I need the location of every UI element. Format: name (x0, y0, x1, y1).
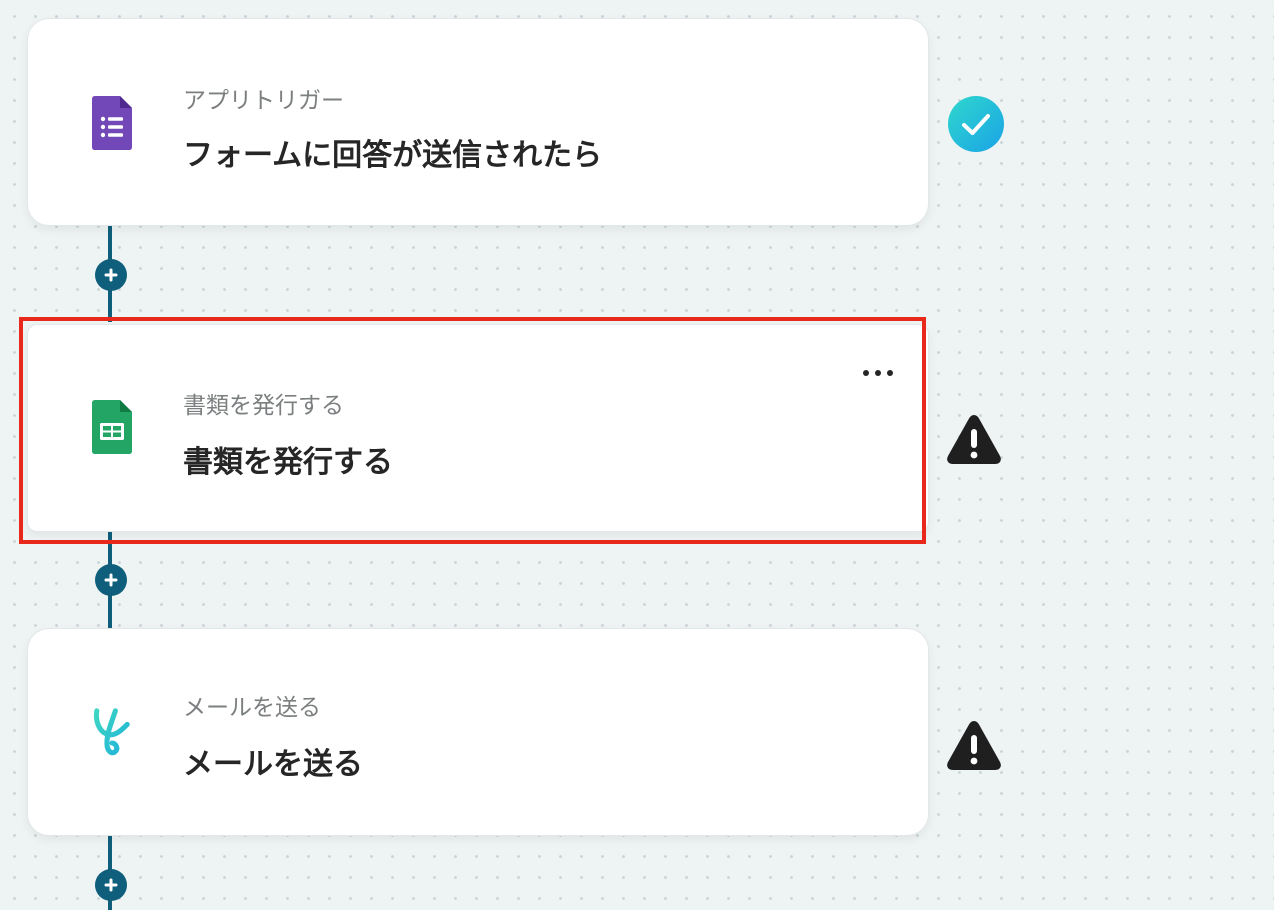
flow-step-card-trigger[interactable]: アプリトリガー フォームに回答が送信されたら (27, 18, 929, 226)
add-step-button[interactable] (95, 564, 127, 596)
add-step-button[interactable] (95, 259, 127, 291)
step-type-label: 書類を発行する (183, 393, 344, 419)
warning-icon (945, 410, 1003, 468)
yoom-mail-icon (90, 699, 134, 765)
step-title: フォームに回答が送信されたら (183, 138, 603, 173)
flow-step-card-send-mail[interactable]: メールを送る メールを送る (27, 628, 929, 836)
more-options-button[interactable] (858, 361, 898, 385)
step-type-label: メールを送る (183, 695, 321, 721)
plus-icon (104, 573, 118, 587)
flow-step-card-issue-document[interactable]: 書類を発行する 書類を発行する (27, 324, 929, 532)
plus-icon (104, 878, 118, 892)
check-circle-icon (947, 95, 1005, 153)
step-title: メールを送る (183, 747, 363, 782)
ellipsis-icon (863, 370, 893, 376)
warning-icon (945, 716, 1003, 774)
google-sheets-icon (90, 399, 134, 455)
step-title: 書類を発行する (183, 445, 393, 480)
plus-icon (104, 268, 118, 282)
google-forms-icon (90, 95, 134, 151)
step-type-label: アプリトリガー (183, 88, 344, 114)
add-step-button[interactable] (95, 869, 127, 901)
